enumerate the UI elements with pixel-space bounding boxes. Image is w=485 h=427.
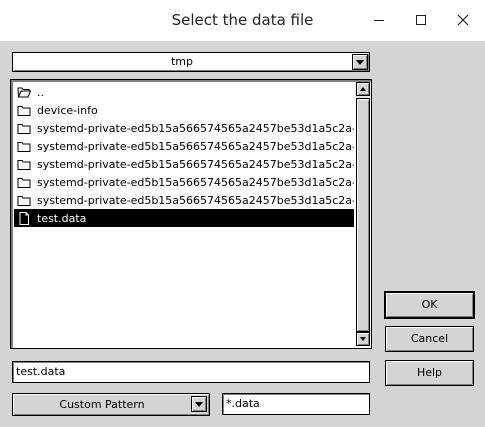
arrow-up-icon [360,87,366,91]
scroll-thumb[interactable] [356,98,370,332]
close-icon [457,14,469,26]
scroll-up-button[interactable] [356,82,370,96]
directory-combo[interactable]: tmp [12,52,370,72]
help-button[interactable]: Help [385,360,474,386]
pattern-combo-value: Custom Pattern [59,398,145,411]
chevron-down-icon [195,401,203,407]
file-list-rows: .. device-info systemd-private-ed5b15a5665… [14,83,354,345]
file-list-item[interactable]: test.data [14,209,354,227]
file-list-item-label: systemd-private-ed5b15a566574565a2457be5… [37,121,354,135]
ok-button[interactable]: OK [384,291,475,319]
pattern-combo-dropdown-button[interactable] [191,396,207,412]
file-list-item-label: .. [37,85,44,99]
maximize-button[interactable] [406,6,436,34]
pattern-combo[interactable]: Custom Pattern [12,393,210,416]
file-list-item-label: systemd-private-ed5b15a566574565a2457be5… [37,193,354,207]
arrow-down-icon [360,337,366,341]
file-list-item[interactable]: systemd-private-ed5b15a566574565a2457be5… [14,191,354,209]
file-list-item[interactable]: systemd-private-ed5b15a566574565a2457be5… [14,173,354,191]
folder-icon [17,140,31,153]
folder-icon [17,104,31,117]
file-list-item-label: systemd-private-ed5b15a566574565a2457be5… [37,139,354,153]
file-list-scrollbar[interactable] [356,82,370,346]
chevron-down-icon [356,59,364,65]
folder-icon [17,122,31,135]
file-list-item-label: systemd-private-ed5b15a566574565a2457be5… [37,175,354,189]
file-list-item-label: device-info [37,103,98,117]
file-list-item-label: test.data [37,211,87,225]
scroll-down-button[interactable] [356,332,370,346]
file-icon [17,211,31,225]
folder-icon [17,194,31,207]
file-list-item-label: systemd-private-ed5b15a566574565a2457be5… [37,157,354,171]
file-list-item[interactable]: systemd-private-ed5b15a566574565a2457be5… [14,137,354,155]
file-list-item[interactable]: device-info [14,101,354,119]
cancel-button[interactable]: Cancel [385,326,474,352]
folder-icon [17,158,31,171]
close-button[interactable] [448,6,478,34]
pattern-field[interactable]: *.data [222,393,370,415]
minimize-button[interactable] [364,6,394,34]
file-list-item[interactable]: systemd-private-ed5b15a566574565a2457be5… [14,155,354,173]
filename-field[interactable]: test.data [12,361,370,383]
directory-combo-value: tmp [170,55,193,68]
title-bar: Select the data file [0,0,485,41]
directory-combo-dropdown-button[interactable] [352,54,368,70]
file-list-item[interactable]: systemd-private-ed5b15a566574565a2457be5… [14,119,354,137]
maximize-icon [416,15,426,25]
minimize-icon [374,20,384,21]
file-list-item[interactable]: .. [14,83,354,101]
file-list[interactable]: .. device-info systemd-private-ed5b15a5665… [10,79,372,349]
open-folder-icon [17,86,32,99]
folder-icon [17,176,31,189]
